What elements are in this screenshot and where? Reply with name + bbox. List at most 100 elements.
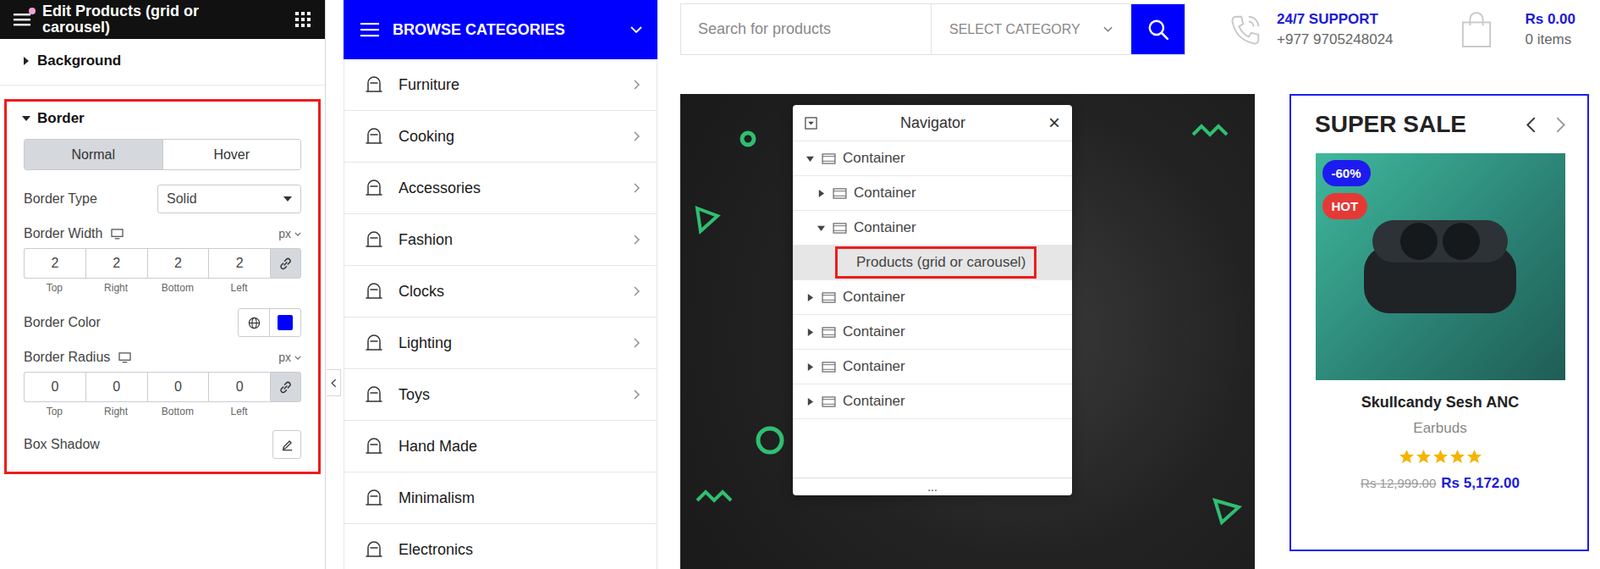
navigator-item[interactable]: Products (grid or carousel) [792, 245, 1073, 281]
navigator-item[interactable]: Container [792, 210, 1073, 246]
panel-gutter [325, 0, 344, 569]
link-icon [279, 257, 292, 270]
close-button[interactable]: × [1048, 112, 1061, 133]
star-icon [1466, 448, 1483, 465]
state-tabs: NormalHover [23, 138, 302, 171]
navigator-panel[interactable]: Navigator×ContainerContainerContainerPro… [792, 104, 1073, 495]
edit-shadow-button[interactable] [272, 429, 302, 459]
global-colors-button[interactable] [238, 308, 270, 336]
category-icon [362, 434, 385, 457]
link-values-button[interactable] [269, 371, 302, 402]
container-icon [821, 153, 836, 165]
chevron-left-icon [330, 378, 337, 388]
search-icon [1147, 18, 1170, 41]
unit-select[interactable]: px [278, 350, 302, 364]
expand-caret-icon[interactable] [806, 397, 814, 406]
navigator-item[interactable]: Container [792, 384, 1073, 419]
category-menu: BROWSE CATEGORIESFurnitureCookingAccesso… [343, 0, 658, 569]
navigator-item[interactable]: Container [792, 175, 1073, 211]
border-radius-field: Border Radius px [23, 349, 302, 365]
page: Edit Products (grid or carousel)Backgrou… [0, 0, 1600, 569]
expand-caret-icon[interactable] [817, 189, 825, 198]
unit-select[interactable]: px [278, 226, 302, 241]
editor-panel: Edit Products (grid or carousel)Backgrou… [0, 0, 326, 569]
widgets-grid-icon[interactable] [294, 10, 312, 28]
product-category[interactable]: Earbuds [1413, 419, 1467, 437]
phone-icon [1227, 11, 1264, 48]
search-input[interactable]: Search for products [681, 4, 932, 55]
border-type-select[interactable]: Solid [157, 184, 302, 214]
expand-caret-icon[interactable] [817, 224, 825, 232]
collapse-panel-button[interactable] [326, 368, 341, 396]
category-item[interactable]: Furniture [343, 59, 658, 111]
category-icon [362, 73, 385, 96]
resize-handle[interactable]: ... [792, 477, 1073, 495]
dimension-input[interactable]: 0 [85, 371, 148, 402]
next-arrow-icon[interactable] [1556, 116, 1566, 133]
link-values-button[interactable] [269, 247, 302, 279]
container-icon [821, 395, 836, 407]
star-icon [1415, 448, 1432, 465]
rating-stars [1398, 448, 1483, 465]
editor-header: Edit Products (grid or carousel) [0, 0, 325, 39]
dimension-input[interactable]: 2 [85, 247, 148, 279]
box-shadow-field: Box Shadow [23, 428, 302, 460]
cart-summary[interactable]: Rs 0.000 items [1460, 10, 1590, 49]
category-icon [362, 486, 385, 509]
super-sale-widget[interactable]: SUPER SALE-60%HOTSkullcandy Sesh ANCEarb… [1289, 93, 1590, 551]
category-item[interactable]: Lighting [343, 317, 658, 369]
dimension-input[interactable]: 2 [147, 247, 209, 279]
navigator-item[interactable]: Container [792, 349, 1073, 385]
browse-categories-button[interactable]: BROWSE CATEGORIES [343, 0, 658, 60]
chevron-right-icon [633, 389, 640, 400]
previous-arrow-icon[interactable] [1526, 116, 1536, 133]
border-width-field: Border Width px [23, 225, 302, 242]
expand-caret-icon[interactable] [806, 362, 814, 371]
chevron-right-icon [633, 131, 640, 142]
monitor-icon[interactable] [118, 351, 132, 363]
category-item[interactable]: Cooking [343, 110, 658, 163]
product-price: Rs 12,999.00Rs 5,172.00 [1360, 474, 1520, 492]
product-image[interactable]: -60%HOT [1315, 153, 1566, 380]
collapse-all-icon[interactable] [804, 116, 818, 130]
product-name[interactable]: Skullcandy Sesh ANC [1361, 393, 1519, 412]
menu-button[interactable] [11, 9, 33, 30]
category-icon [362, 280, 385, 303]
border-type-field: Border TypeSolid [23, 183, 302, 215]
dimension-input[interactable]: 2 [208, 247, 270, 279]
category-item[interactable]: Hand Made [343, 420, 658, 473]
state-tab[interactable]: Hover [162, 139, 302, 170]
category-icon [362, 331, 385, 354]
navigator-item[interactable]: Container [792, 314, 1073, 350]
expand-caret-icon[interactable] [806, 154, 814, 163]
navigator-item[interactable]: Container [792, 141, 1073, 176]
dropdown-arrow-icon [283, 196, 292, 202]
state-tab[interactable]: Normal [24, 139, 163, 170]
navigator-header[interactable]: Navigator× [792, 104, 1073, 142]
border-section-header[interactable]: Border [23, 101, 302, 139]
dimension-input[interactable]: 0 [23, 371, 86, 402]
category-item[interactable]: Toys [343, 368, 658, 421]
category-item[interactable]: Accessories [343, 162, 658, 215]
search-button[interactable] [1131, 4, 1185, 55]
background-section[interactable]: Background [0, 38, 325, 86]
pencil-icon [280, 438, 294, 451]
color-picker[interactable] [269, 308, 301, 336]
expand-caret-icon[interactable] [806, 293, 814, 302]
category-item[interactable]: Fashion [343, 214, 658, 266]
container-icon [821, 326, 836, 338]
category-item[interactable]: Minimalism [343, 472, 658, 524]
category-select[interactable]: SELECT CATEGORY [931, 4, 1132, 55]
expand-caret-icon[interactable] [806, 328, 814, 336]
hamburger-icon [360, 21, 380, 38]
dimension-input[interactable]: 0 [147, 371, 209, 402]
navigator-item[interactable]: Container [792, 280, 1073, 315]
dimension-input[interactable]: 0 [208, 371, 270, 402]
category-item[interactable]: Electronics [343, 523, 658, 569]
category-item[interactable]: Clocks [343, 265, 658, 318]
notification-dot [28, 7, 36, 15]
dimension-input[interactable]: 2 [23, 247, 86, 279]
globe-icon [247, 316, 261, 330]
search-form: Search for productsSELECT CATEGORY [680, 3, 1186, 55]
monitor-icon[interactable] [110, 228, 124, 240]
